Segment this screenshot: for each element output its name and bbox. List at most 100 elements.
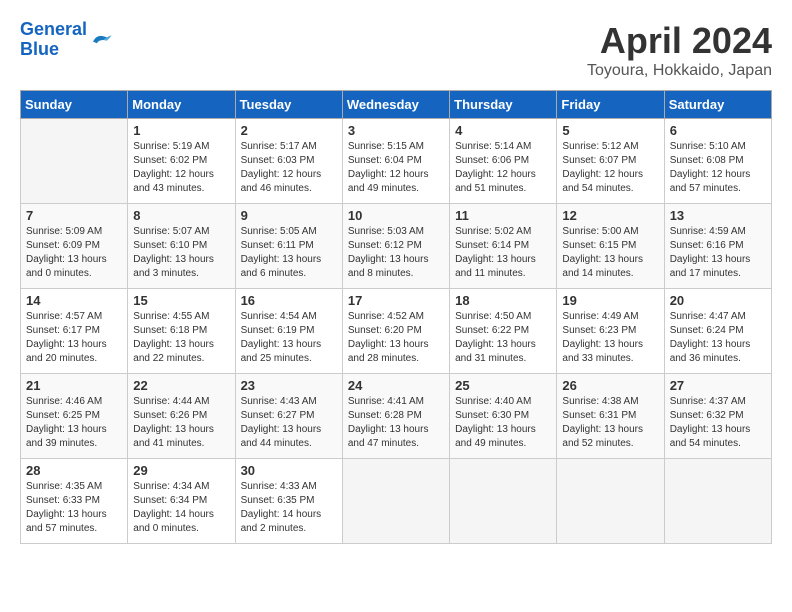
col-header-wednesday: Wednesday (342, 91, 449, 119)
day-info: Sunrise: 5:17 AM Sunset: 6:03 PM Dayligh… (241, 140, 337, 196)
calendar-cell: 4 Sunrise: 5:14 AM Sunset: 6:06 PM Daylig… (450, 119, 557, 204)
day-info: Sunrise: 5:19 AM Sunset: 6:02 PM Dayligh… (133, 140, 229, 196)
calendar-cell: 23 Sunrise: 4:43 AM Sunset: 6:27 PM Dayli… (235, 374, 342, 459)
calendar-cell (342, 459, 449, 544)
month-title: April 2024 (587, 20, 772, 62)
day-info: Sunrise: 5:05 AM Sunset: 6:11 PM Dayligh… (241, 225, 337, 281)
day-info: Sunrise: 4:37 AM Sunset: 6:32 PM Dayligh… (670, 395, 766, 451)
calendar-cell: 29 Sunrise: 4:34 AM Sunset: 6:34 PM Dayli… (128, 459, 235, 544)
day-info: Sunrise: 4:38 AM Sunset: 6:31 PM Dayligh… (562, 395, 658, 451)
day-number: 10 (348, 208, 444, 223)
calendar-cell: 21 Sunrise: 4:46 AM Sunset: 6:25 PM Dayli… (21, 374, 128, 459)
col-header-saturday: Saturday (664, 91, 771, 119)
day-number: 22 (133, 378, 229, 393)
day-info: Sunrise: 5:07 AM Sunset: 6:10 PM Dayligh… (133, 225, 229, 281)
calendar-cell: 17 Sunrise: 4:52 AM Sunset: 6:20 PM Dayli… (342, 289, 449, 374)
calendar-cell: 24 Sunrise: 4:41 AM Sunset: 6:28 PM Dayli… (342, 374, 449, 459)
calendar-cell (664, 459, 771, 544)
calendar-cell (450, 459, 557, 544)
day-number: 15 (133, 293, 229, 308)
day-info: Sunrise: 5:02 AM Sunset: 6:14 PM Dayligh… (455, 225, 551, 281)
day-number: 7 (26, 208, 122, 223)
calendar-cell: 16 Sunrise: 4:54 AM Sunset: 6:19 PM Dayli… (235, 289, 342, 374)
day-number: 6 (670, 123, 766, 138)
week-row-1: 1 Sunrise: 5:19 AM Sunset: 6:02 PM Daylig… (21, 119, 772, 204)
logo-bird-icon (89, 30, 113, 50)
day-number: 4 (455, 123, 551, 138)
calendar-cell: 2Sunrise: 5:17 AM Sunset: 6:03 PM Daylig… (235, 119, 342, 204)
location: Toyoura, Hokkaido, Japan (587, 62, 772, 80)
calendar-cell: 5 Sunrise: 5:12 AM Sunset: 6:07 PM Daylig… (557, 119, 664, 204)
day-number: 29 (133, 463, 229, 478)
calendar-cell: 19Sunrise: 4:49 AM Sunset: 6:23 PM Dayli… (557, 289, 664, 374)
week-row-3: 14 Sunrise: 4:57 AM Sunset: 6:17 PM Dayli… (21, 289, 772, 374)
day-info: Sunrise: 5:09 AM Sunset: 6:09 PM Dayligh… (26, 225, 122, 281)
day-info: Sunrise: 5:12 AM Sunset: 6:07 PM Dayligh… (562, 140, 658, 196)
day-number: 5 (562, 123, 658, 138)
col-header-monday: Monday (128, 91, 235, 119)
day-number: 20 (670, 293, 766, 308)
day-info: Sunrise: 4:46 AM Sunset: 6:25 PM Dayligh… (26, 395, 122, 451)
day-number: 21 (26, 378, 122, 393)
page-header: General Blue April 2024 Toyoura, Hokkaid… (20, 20, 772, 80)
day-info: Sunrise: 4:49 AM Sunset: 6:23 PM Dayligh… (562, 310, 658, 366)
col-header-sunday: Sunday (21, 91, 128, 119)
week-row-5: 28Sunrise: 4:35 AM Sunset: 6:33 PM Dayli… (21, 459, 772, 544)
day-number: 30 (241, 463, 337, 478)
logo-text: General Blue (20, 20, 87, 60)
day-info: Sunrise: 5:14 AM Sunset: 6:06 PM Dayligh… (455, 140, 551, 196)
logo: General Blue (20, 20, 113, 60)
calendar-cell: 6 Sunrise: 5:10 AM Sunset: 6:08 PM Daylig… (664, 119, 771, 204)
calendar-cell: 14 Sunrise: 4:57 AM Sunset: 6:17 PM Dayli… (21, 289, 128, 374)
day-number: 13 (670, 208, 766, 223)
day-info: Sunrise: 4:47 AM Sunset: 6:24 PM Dayligh… (670, 310, 766, 366)
day-number: 16 (241, 293, 337, 308)
day-number: 28 (26, 463, 122, 478)
col-header-tuesday: Tuesday (235, 91, 342, 119)
calendar-cell: 3Sunrise: 5:15 AM Sunset: 6:04 PM Daylig… (342, 119, 449, 204)
calendar-table: SundayMondayTuesdayWednesdayThursdayFrid… (20, 90, 772, 544)
calendar-cell: 20 Sunrise: 4:47 AM Sunset: 6:24 PM Dayli… (664, 289, 771, 374)
day-info: Sunrise: 5:00 AM Sunset: 6:15 PM Dayligh… (562, 225, 658, 281)
day-info: Sunrise: 4:52 AM Sunset: 6:20 PM Dayligh… (348, 310, 444, 366)
day-number: 11 (455, 208, 551, 223)
calendar-cell: 30 Sunrise: 4:33 AM Sunset: 6:35 PM Dayli… (235, 459, 342, 544)
day-info: Sunrise: 4:55 AM Sunset: 6:18 PM Dayligh… (133, 310, 229, 366)
day-number: 1 (133, 123, 229, 138)
day-info: Sunrise: 5:03 AM Sunset: 6:12 PM Dayligh… (348, 225, 444, 281)
header-row: SundayMondayTuesdayWednesdayThursdayFrid… (21, 91, 772, 119)
day-number: 23 (241, 378, 337, 393)
calendar-cell: 18Sunrise: 4:50 AM Sunset: 6:22 PM Dayli… (450, 289, 557, 374)
calendar-cell: 22 Sunrise: 4:44 AM Sunset: 6:26 PM Dayli… (128, 374, 235, 459)
day-info: Sunrise: 5:15 AM Sunset: 6:04 PM Dayligh… (348, 140, 444, 196)
calendar-cell: 27Sunrise: 4:37 AM Sunset: 6:32 PM Dayli… (664, 374, 771, 459)
day-number: 8 (133, 208, 229, 223)
day-info: Sunrise: 4:41 AM Sunset: 6:28 PM Dayligh… (348, 395, 444, 451)
week-row-4: 21 Sunrise: 4:46 AM Sunset: 6:25 PM Dayli… (21, 374, 772, 459)
day-info: Sunrise: 4:57 AM Sunset: 6:17 PM Dayligh… (26, 310, 122, 366)
col-header-thursday: Thursday (450, 91, 557, 119)
calendar-cell: 12Sunrise: 5:00 AM Sunset: 6:15 PM Dayli… (557, 204, 664, 289)
day-info: Sunrise: 4:33 AM Sunset: 6:35 PM Dayligh… (241, 480, 337, 536)
calendar-cell (557, 459, 664, 544)
day-info: Sunrise: 4:43 AM Sunset: 6:27 PM Dayligh… (241, 395, 337, 451)
day-number: 9 (241, 208, 337, 223)
day-number: 17 (348, 293, 444, 308)
day-info: Sunrise: 4:34 AM Sunset: 6:34 PM Dayligh… (133, 480, 229, 536)
calendar-body: 1 Sunrise: 5:19 AM Sunset: 6:02 PM Daylig… (21, 119, 772, 544)
calendar-cell: 13Sunrise: 4:59 AM Sunset: 6:16 PM Dayli… (664, 204, 771, 289)
day-info: Sunrise: 4:50 AM Sunset: 6:22 PM Dayligh… (455, 310, 551, 366)
day-info: Sunrise: 4:44 AM Sunset: 6:26 PM Dayligh… (133, 395, 229, 451)
calendar-cell: 9 Sunrise: 5:05 AM Sunset: 6:11 PM Daylig… (235, 204, 342, 289)
calendar-header: SundayMondayTuesdayWednesdayThursdayFrid… (21, 91, 772, 119)
week-row-2: 7 Sunrise: 5:09 AM Sunset: 6:09 PM Daylig… (21, 204, 772, 289)
day-number: 24 (348, 378, 444, 393)
day-number: 26 (562, 378, 658, 393)
day-info: Sunrise: 4:54 AM Sunset: 6:19 PM Dayligh… (241, 310, 337, 366)
day-info: Sunrise: 5:10 AM Sunset: 6:08 PM Dayligh… (670, 140, 766, 196)
calendar-cell: 28Sunrise: 4:35 AM Sunset: 6:33 PM Dayli… (21, 459, 128, 544)
calendar-cell: 8 Sunrise: 5:07 AM Sunset: 6:10 PM Daylig… (128, 204, 235, 289)
calendar-cell: 25Sunrise: 4:40 AM Sunset: 6:30 PM Dayli… (450, 374, 557, 459)
day-number: 25 (455, 378, 551, 393)
day-number: 14 (26, 293, 122, 308)
